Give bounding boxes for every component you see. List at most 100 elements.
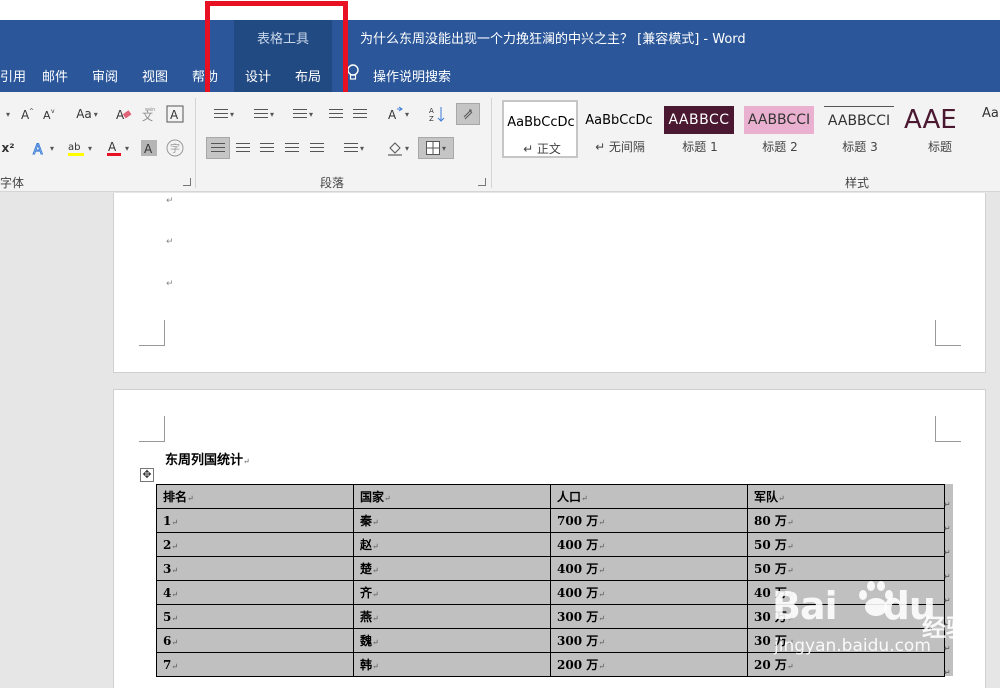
tab-review[interactable]: 审阅 (92, 66, 118, 85)
table-cell[interactable]: 300 万↵ (550, 604, 748, 629)
table-cell[interactable]: 40 万↵ (747, 580, 945, 605)
cell-text: 300 万 (557, 634, 599, 648)
style-title[interactable]: AAE 标题 (902, 100, 978, 158)
table-cell[interactable]: 400 万↵ (550, 532, 748, 557)
table-cell[interactable]: 50 万↵ (747, 532, 945, 557)
table-cell[interactable]: 80 万↵ (747, 508, 945, 533)
table-cell[interactable]: 6↵ (156, 628, 354, 653)
align-center-icon[interactable] (232, 137, 254, 159)
table-cell[interactable]: 3↵ (156, 556, 354, 581)
enclose-characters-icon[interactable]: 字 (165, 137, 185, 159)
style-preview: AABBCCI (744, 106, 814, 134)
character-shading-icon[interactable]: A (140, 137, 158, 159)
font-dialog-launcher-icon[interactable] (183, 178, 191, 186)
tab-view[interactable]: 视图 (142, 66, 168, 85)
line-spacing-icon[interactable]: ▾ (337, 137, 371, 159)
table-cell[interactable]: 4↵ (156, 580, 354, 605)
tab-references[interactable]: 引用 (0, 66, 26, 85)
svg-text:^: ^ (29, 108, 34, 115)
table-cell[interactable]: 军队↵ (747, 484, 945, 509)
justify-icon[interactable] (281, 137, 303, 159)
table-cell[interactable]: 人口↵ (550, 484, 748, 509)
multilevel-list-icon[interactable]: ▾ (285, 103, 321, 125)
decrease-indent-icon[interactable] (326, 103, 346, 125)
style-name: ↵ 正文 (523, 142, 561, 156)
table-cell[interactable]: 7↵ (156, 652, 354, 677)
cell-text: 人口 (557, 490, 582, 504)
font-size-dropdown[interactable]: ▾ (0, 103, 14, 125)
row-end-mark: ↵ (944, 668, 951, 677)
table-row: 7↵ 韩↵ 200 万↵ 20 万↵ (156, 652, 945, 677)
cell-text: 齐 (360, 586, 373, 600)
paragraph-dialog-launcher-icon[interactable] (478, 178, 486, 186)
tab-mailings[interactable]: 邮件 (42, 66, 68, 85)
cell-text: 50 万 (754, 562, 787, 576)
style-heading-1[interactable]: AABBCC 标题 1 (662, 100, 738, 158)
tab-help[interactable]: 帮助 (192, 66, 218, 85)
table-cell[interactable]: 5↵ (156, 604, 354, 629)
tell-me-search[interactable]: 操作说明搜索 (373, 66, 451, 85)
row-end-mark: ↵ (944, 644, 951, 653)
table-cell[interactable]: 50 万↵ (747, 556, 945, 581)
table-cell[interactable]: 30 万↵ (747, 628, 945, 653)
table-cell[interactable]: 20 万↵ (747, 652, 945, 677)
bullets-icon[interactable]: ▾ (206, 103, 242, 125)
increase-indent-icon[interactable] (350, 103, 370, 125)
numbering-icon[interactable]: ▾ (246, 103, 282, 125)
table-cell[interactable]: 300 万↵ (550, 628, 748, 653)
grow-font-icon[interactable]: A ^ (18, 103, 36, 125)
table-cell[interactable]: 齐↵ (353, 580, 551, 605)
sort-icon[interactable]: AZ (427, 103, 447, 125)
table-cell[interactable]: 200 万↵ (550, 652, 748, 677)
align-right-icon[interactable] (256, 137, 278, 159)
show-hide-marks-icon[interactable] (456, 103, 480, 125)
distributed-icon[interactable] (306, 137, 328, 159)
styles-group-label: 样式 (845, 176, 870, 190)
shrink-font-icon[interactable]: Av (40, 103, 58, 125)
cell-text: 秦 (360, 514, 373, 528)
table-cell[interactable]: 400 万↵ (550, 580, 748, 605)
phonetic-guide-icon[interactable]: 文 wén (140, 103, 158, 125)
text-effects-icon[interactable]: A ▾ (28, 137, 58, 159)
style-name: 标题 3 (842, 140, 878, 154)
tab-design[interactable]: 设计 (245, 66, 271, 85)
table-cell[interactable]: 400 万↵ (550, 556, 748, 581)
borders-icon[interactable]: ▾ (418, 137, 454, 159)
style-heading-3[interactable]: AABBCCI 标题 3 (822, 100, 898, 158)
table-cell[interactable]: 30 万↵ (747, 604, 945, 629)
font-color-icon[interactable]: A ▾ (100, 137, 134, 159)
document-heading: 东周列国统计↵ (165, 453, 250, 468)
style-preview: AaBbCcDc (585, 112, 653, 128)
table-cell[interactable]: 燕↵ (353, 604, 551, 629)
cell-text: 400 万 (557, 538, 599, 552)
table-cell[interactable]: 赵↵ (353, 532, 551, 557)
table-cell[interactable]: 国家↵ (353, 484, 551, 509)
table-cell[interactable]: 秦↵ (353, 508, 551, 533)
text-highlight-color-icon[interactable]: ab ▾ (62, 137, 96, 159)
asian-layout-icon[interactable]: A ▾ (383, 103, 413, 125)
table-move-handle-icon[interactable]: ✥ (140, 468, 154, 482)
style-no-spacing[interactable]: AaBbCcDc ↵ 无间隔 (582, 100, 658, 158)
table-header-row: 排名↵ 国家↵ 人口↵ 军队↵ (156, 484, 945, 509)
style-heading-2[interactable]: AABBCCI 标题 2 (742, 100, 818, 158)
character-border-icon[interactable]: A (165, 103, 185, 125)
row-end-mark: ↵ (944, 620, 951, 629)
table-cell[interactable]: 排名↵ (156, 484, 354, 509)
align-left-icon[interactable] (206, 137, 230, 159)
table-cell[interactable]: 韩↵ (353, 652, 551, 677)
tab-layout[interactable]: 布局 (295, 66, 321, 85)
margin-corner-mark (935, 320, 961, 346)
superscript-icon[interactable]: x² (0, 137, 16, 159)
table-cell[interactable]: 楚↵ (353, 556, 551, 581)
shading-bucket-icon[interactable]: ▾ (381, 137, 415, 159)
change-case-icon[interactable]: Aa ▾ (72, 103, 102, 125)
table-cell[interactable]: 2↵ (156, 532, 354, 557)
font-group-label: 字体 (0, 176, 25, 190)
style-normal[interactable]: AaBbCcDc ↵ 正文 (502, 100, 578, 158)
clear-formatting-icon[interactable]: A (114, 103, 134, 125)
table-cell[interactable]: 魏↵ (353, 628, 551, 653)
document-title: 为什么东周没能出现一个力挽狂澜的中兴之主？ [兼容模式] - Word (360, 32, 746, 47)
table-cell[interactable]: 700 万↵ (550, 508, 748, 533)
table-cell[interactable]: 1↵ (156, 508, 354, 533)
row-end-mark: ↵ (944, 596, 951, 605)
